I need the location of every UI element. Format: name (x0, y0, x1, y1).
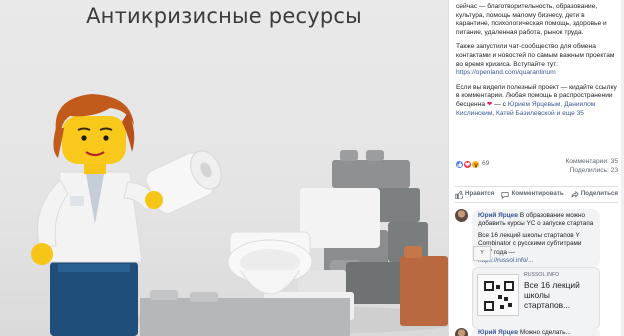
post-actions-bar: Нравится Комментировать Поделиться (455, 186, 618, 203)
post-paragraph-3: Если вы видели полезный проект — кидайте… (456, 84, 618, 118)
reactions-bar: 69 Комментарии: 35 Поделились: 23 (455, 156, 618, 176)
qr-pattern-icon (484, 281, 514, 311)
and-more-link[interactable]: и еще 35 (557, 110, 584, 117)
post-paragraph-2-text: Также запустили чат-сообщество для обмен… (456, 43, 615, 68)
comment-button-label: Комментировать (511, 190, 564, 198)
share-icon (571, 190, 579, 198)
comment-body: Все 16 лекций школы стартапов Y Combinat… (478, 231, 582, 256)
comment-bubble: Юрий Ярцев В образование можно добавить … (472, 209, 600, 269)
shares-count[interactable]: Поделились: 23 (565, 167, 618, 176)
post-paragraph-2: Также запустили чат-сообщество для обмен… (456, 43, 618, 77)
wow-icon (471, 160, 480, 169)
comment-bubble: Юрий Ярцев Можно сделать... (472, 328, 600, 336)
facebook-post-panel: сейчас — благотворительность, образовани… (448, 0, 624, 336)
reaction-count[interactable]: 69 (482, 160, 489, 169)
preview-thumbnail (477, 274, 519, 316)
post-image[interactable]: Антикризисные ресурсы (0, 0, 448, 336)
comment-link[interactable]: https://russol.info/... (478, 257, 594, 265)
reaction-icons[interactable] (455, 160, 480, 169)
comment-author[interactable]: Юрий Ярцев (478, 329, 518, 336)
like-button[interactable]: Нравится (455, 190, 494, 199)
share-button[interactable]: Поделиться (571, 190, 618, 199)
preview-domain: RUSSOL.INFO (524, 272, 560, 278)
thumbs-up-icon (455, 190, 463, 199)
post-counts: Комментарии: 35 Поделились: 23 (565, 158, 618, 175)
comment-button[interactable]: Комментировать (501, 190, 564, 199)
preview-title: Все 16 лекций школы стартапов... (524, 280, 580, 310)
quarantinum-link[interactable]: https://openland.com/quarantinum (456, 69, 556, 76)
like-button-label: Нравится (465, 190, 495, 198)
comments-count[interactable]: Комментарии: 35 (565, 158, 618, 167)
comment-icon (501, 191, 510, 199)
share-button-label: Поделиться (580, 190, 618, 198)
avatar[interactable] (455, 209, 468, 222)
avatar[interactable] (455, 328, 468, 336)
post-text: сейчас — благотворительность, образовани… (449, 3, 624, 124)
comment-intro: Можно сделать... (519, 329, 571, 336)
link-preview-card[interactable]: RUSSOL.INFO Все 16 лекций школы стартапо… (472, 267, 600, 329)
comment-2: Юрий Ярцев Можно сделать... (455, 328, 618, 336)
lego-scene-illustration (31, 94, 448, 336)
post-paragraph-1: сейчас — благотворительность, образовани… (456, 3, 607, 36)
with-text: — с (492, 100, 506, 108)
comment-author[interactable]: Юрий Ярцев (478, 212, 518, 219)
comment-small-thumbnail[interactable]: Y (473, 246, 491, 261)
thumb-label: Y (480, 250, 484, 257)
